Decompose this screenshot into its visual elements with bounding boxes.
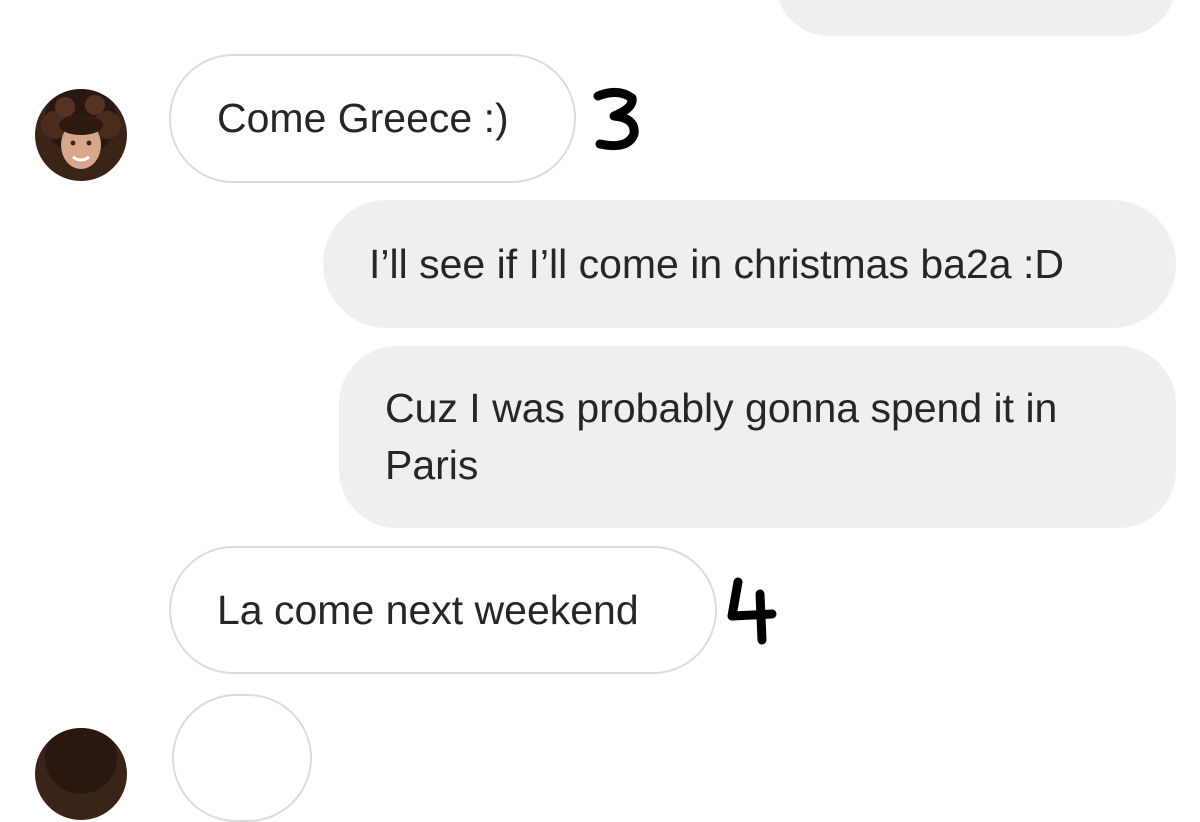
message-bubble-outgoing[interactable]: Cuz I was probably gonna spend it in Par…: [339, 346, 1176, 528]
annotation-number-4: [727, 577, 777, 645]
message-bubble-incoming[interactable]: La come next weekend: [169, 546, 717, 674]
message-bubble-incoming[interactable]: Come Greece :): [169, 54, 576, 183]
message-text: I’ll see if I’ll come in christmas ba2a …: [369, 240, 1064, 287]
contact-avatar[interactable]: [35, 89, 127, 181]
message-bubble-outgoing[interactable]: I’ll see if I’ll come in christmas ba2a …: [323, 200, 1176, 328]
message-text: Cuz I was probably gonna spend it in Par…: [385, 385, 1058, 488]
contact-avatar[interactable]: [35, 728, 127, 820]
message-bubble-outgoing-partial: [776, 0, 1176, 36]
message-text: La come next weekend: [217, 586, 639, 633]
message-bubble-incoming-partial[interactable]: [172, 694, 312, 822]
avatar-image: [35, 728, 127, 820]
message-text: Come Greece :): [217, 95, 509, 141]
avatar-image: [35, 89, 127, 181]
annotation-number-3: [593, 88, 639, 151]
